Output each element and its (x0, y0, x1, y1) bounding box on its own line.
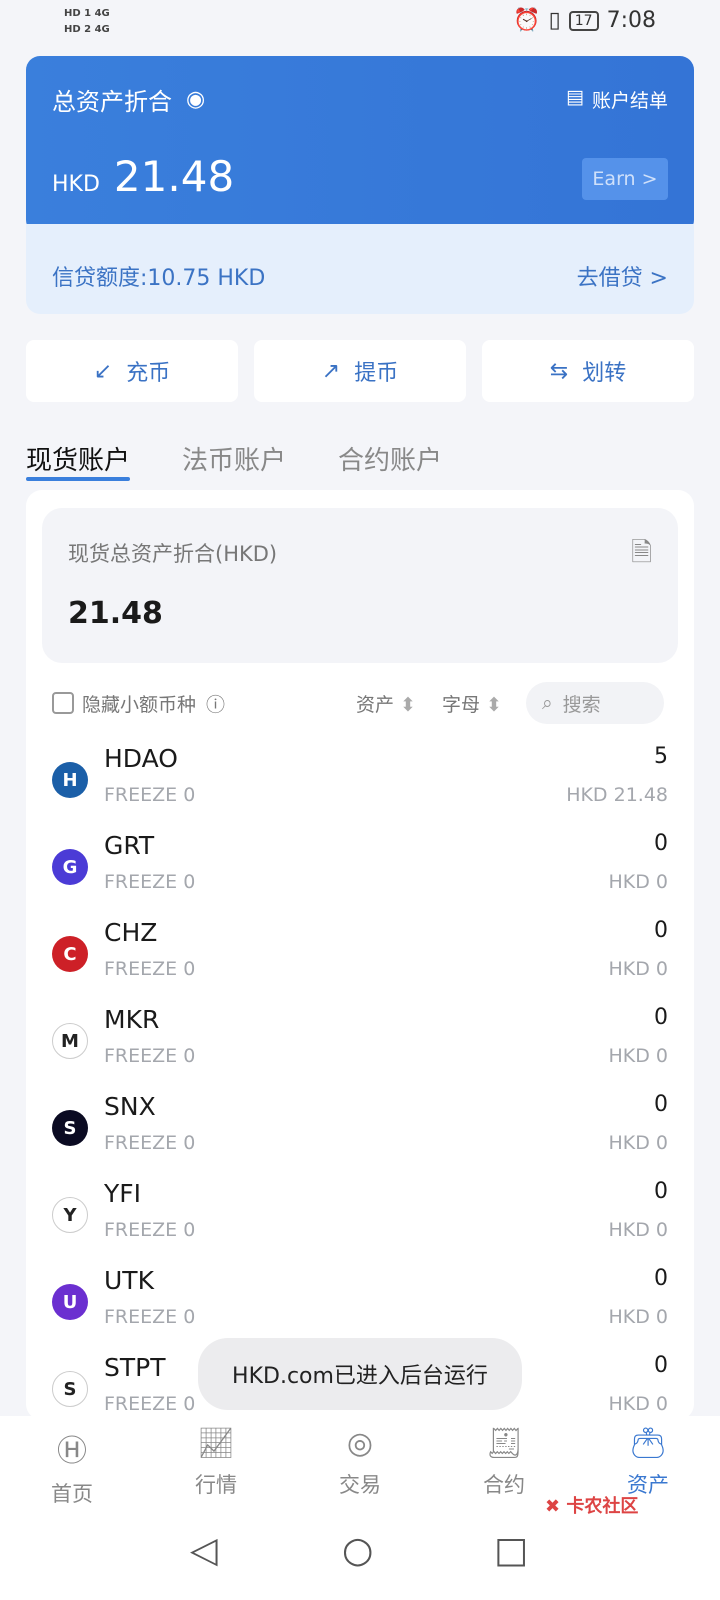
coin-symbol: UTK (104, 1266, 154, 1295)
sort-alpha[interactable]: 字母 ⬍ (442, 690, 502, 717)
vibrate-icon: ▯ (548, 8, 561, 33)
coin-row[interactable]: S SNX FREEZE 0 0 HKD 0 (52, 1092, 668, 1179)
coin-icon: H (52, 762, 88, 798)
coin-row[interactable]: C CHZ FREEZE 0 0 HKD 0 (52, 918, 668, 1005)
coin-freeze: FREEZE 0 (104, 1132, 196, 1154)
coin-symbol: MKR (104, 1005, 160, 1034)
coin-amount: 0 (654, 918, 668, 943)
coins-icon: ◎ (346, 1426, 374, 1461)
coin-amount: 0 (654, 1353, 668, 1378)
recents-icon[interactable]: □ (494, 1530, 528, 1571)
total-assets-title: 总资产折合 (52, 88, 172, 116)
total-assets-card: 总资产折合 ◉ ▤ 账户结单 HKD 21.48 Earn > (26, 56, 694, 234)
sort-icon: ⬍ (486, 693, 502, 716)
coin-amount: 0 (654, 1179, 668, 1204)
coin-row[interactable]: G GRT FREEZE 0 0 HKD 0 (52, 831, 668, 918)
battery-icon: 17 (568, 10, 599, 31)
coin-icon: S (52, 1371, 88, 1407)
coin-icon: M (52, 1023, 88, 1059)
home-icon[interactable]: ○ (342, 1530, 373, 1571)
status-time: 7:08 (606, 8, 656, 33)
tab-fiat[interactable]: 法币账户 (182, 440, 286, 477)
coin-amount: 0 (654, 1266, 668, 1291)
coin-value: HKD 0 (608, 1219, 668, 1241)
home-logo-icon: Ⓗ (57, 1434, 87, 1469)
coin-icon: U (52, 1284, 88, 1320)
coin-symbol: GRT (104, 831, 155, 860)
coin-icon: S (52, 1110, 88, 1146)
watermark-logo: ✖ 卡农社区 (545, 1496, 639, 1517)
coin-freeze: FREEZE 0 (104, 871, 196, 893)
nav-market[interactable]: 📈︎ 行情 (144, 1416, 288, 1522)
nav-home[interactable]: Ⓗ 首页 (0, 1416, 144, 1522)
search-icon: ⌕ (542, 692, 553, 714)
total-amount: 21.48 (113, 152, 235, 201)
coin-amount: 5 (654, 744, 668, 769)
wallet-icon: 👛︎ (628, 1426, 668, 1461)
toast: HKD.com已进入后台运行 (198, 1338, 522, 1410)
chart-icon: 📈︎ (196, 1426, 236, 1461)
coin-icon: Y (52, 1197, 88, 1233)
coin-row[interactable]: Y YFI FREEZE 0 0 HKD 0 (52, 1179, 668, 1266)
tab-contract[interactable]: 合约账户 (338, 440, 442, 477)
coin-symbol: SNX (104, 1092, 156, 1121)
coin-freeze: FREEZE 0 (104, 1393, 196, 1415)
coin-symbol: YFI (104, 1179, 142, 1208)
coin-icon: G (52, 849, 88, 885)
currency-label: HKD (52, 172, 100, 197)
sort-icon: ⬍ (400, 693, 417, 716)
coin-amount: 0 (654, 1005, 668, 1030)
coin-freeze: FREEZE 0 (104, 784, 196, 806)
eye-icon[interactable]: ◉ (186, 87, 205, 112)
coin-value: HKD 0 (608, 958, 668, 980)
credit-bar: 信贷额度:10.75 HKD 去借贷 > (26, 224, 694, 314)
earn-button[interactable]: Earn > (582, 158, 668, 200)
deposit-button[interactable]: ↙ 充币 (26, 340, 238, 402)
coin-symbol: CHZ (104, 918, 158, 947)
coin-row[interactable]: H HDAO FREEZE 0 5 HKD 21.48 (52, 744, 668, 831)
system-nav: ◁ ○ □ ✖ 卡农社区 (0, 1496, 720, 1600)
coin-freeze: FREEZE 0 (104, 1306, 196, 1328)
coin-freeze: FREEZE 0 (104, 1219, 196, 1241)
withdraw-icon: ↗ (321, 358, 341, 384)
coin-amount: 0 (654, 1092, 668, 1117)
coin-symbol: STPT (104, 1353, 166, 1382)
transfer-icon: ⇆ (549, 358, 569, 384)
back-icon[interactable]: ◁ (190, 1530, 218, 1571)
nav-trade[interactable]: ◎ 交易 (288, 1416, 432, 1522)
spot-summary-title: 现货总资产折合(HKD) (68, 542, 278, 566)
coin-amount: 0 (654, 831, 668, 856)
coin-row[interactable]: M MKR FREEZE 0 0 HKD 0 (52, 1005, 668, 1092)
receipt-icon: ▤ (566, 86, 584, 108)
coin-value: HKD 21.48 (566, 784, 668, 806)
search-input[interactable]: ⌕ 搜索 (526, 682, 664, 724)
help-icon[interactable]: ⓘ (206, 690, 225, 717)
tab-spot[interactable]: 现货账户 (26, 440, 131, 481)
credit-limit: 信贷额度:10.75 HKD (52, 266, 266, 291)
hide-small-checkbox[interactable] (52, 692, 74, 714)
coin-freeze: FREEZE 0 (104, 1045, 196, 1067)
borrow-link[interactable]: 去借贷 > (577, 260, 668, 292)
coin-value: HKD 0 (608, 1393, 668, 1415)
alarm-icon: ⏰ (513, 8, 541, 33)
hide-small-label: 隐藏小额币种 (82, 693, 197, 716)
withdraw-button[interactable]: ↗ 提币 (254, 340, 466, 402)
note-icon[interactable]: 🗎 (631, 534, 652, 578)
coin-symbol: HDAO (104, 744, 178, 773)
status-bar: HD 1 4G HD 2 4G ⏰ ▯ 17 7:08 (0, 0, 720, 50)
transfer-button[interactable]: ⇆ 划转 (482, 340, 694, 402)
coin-value: HKD 0 (608, 1045, 668, 1067)
spot-summary-amount: 21.48 (68, 596, 163, 631)
deposit-icon: ↙ (93, 358, 113, 384)
coin-value: HKD 0 (608, 1132, 668, 1154)
contract-icon: 🧾︎ (484, 1426, 524, 1461)
coin-freeze: FREEZE 0 (104, 958, 196, 980)
statement-link[interactable]: ▤ 账户结单 (566, 86, 668, 113)
sort-asset[interactable]: 资产 ⬍ (356, 690, 416, 717)
signal-indicators: HD 1 4G HD 2 4G (64, 8, 110, 35)
spot-summary: 现货总资产折合(HKD) 🗎 21.48 (42, 508, 678, 663)
coin-value: HKD 0 (608, 871, 668, 893)
coin-icon: C (52, 936, 88, 972)
coin-value: HKD 0 (608, 1306, 668, 1328)
